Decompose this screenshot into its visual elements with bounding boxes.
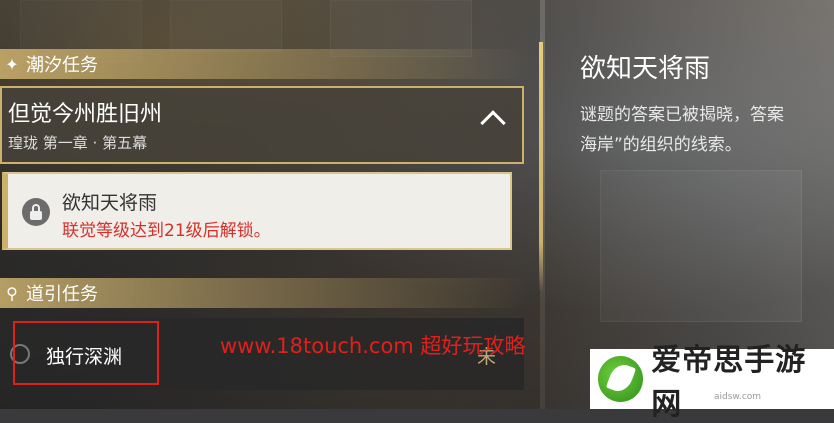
quest-detail-description: 谜题的答案已被揭晓，答案 海岸”的组织的线索。	[580, 100, 834, 160]
description-line-2: 海岸”的组织的线索。	[580, 135, 742, 155]
leaf-logo-icon	[598, 356, 644, 402]
logo-text: 爱帝思手游网	[651, 343, 807, 422]
locked-quest-title: 欲知天将雨	[62, 192, 158, 214]
chevron-up-icon[interactable]	[480, 110, 506, 136]
guide-quest-header: ⚲ 道引任务	[0, 278, 528, 308]
site-logo: 爱帝思手游网	[590, 343, 834, 422]
description-line-1: 谜题的答案已被揭晓，答案	[580, 105, 784, 125]
locked-quest-requirement: 联觉等级达到21级后解锁。	[62, 221, 271, 241]
location-pin-icon: ⚲	[6, 283, 18, 303]
main-quest-title: 但觉今州胜旧州	[8, 102, 163, 127]
red-highlight-box	[13, 321, 159, 385]
logo-subtext: aidsw.com	[714, 392, 762, 402]
tide-quest-label: 潮汐任务	[26, 55, 98, 76]
guide-quest-label: 道引任务	[26, 284, 98, 305]
tide-quest-header: ✦ 潮汐任务	[0, 49, 528, 79]
quest-detail-title: 欲知天将雨	[580, 54, 711, 84]
sparkle-icon: ✦	[5, 54, 19, 74]
lock-icon	[22, 198, 50, 226]
main-quest-panel[interactable]: 但觉今州胜旧州 瑝珑 第一章 · 第五幕	[0, 86, 524, 164]
main-quest-subtitle: 瑝珑 第一章 · 第五幕	[8, 134, 148, 152]
locked-quest-card[interactable]: 欲知天将雨 联觉等级达到21级后解锁。	[2, 172, 512, 250]
site-watermark: www.18touch.com 超好玩攻略	[220, 334, 526, 358]
panel-divider	[539, 42, 543, 292]
